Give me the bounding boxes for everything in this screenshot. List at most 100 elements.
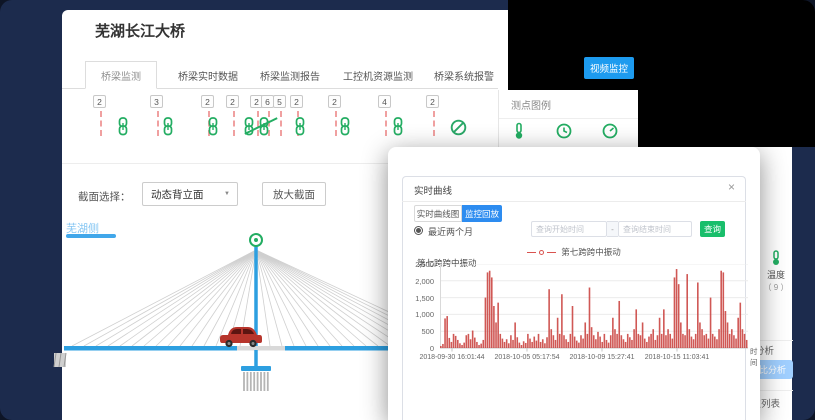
- bar: [559, 334, 561, 348]
- bar: [444, 318, 446, 348]
- bar: [468, 334, 470, 348]
- tab-bridge-realtime-data[interactable]: 桥梁实时数据: [170, 61, 246, 89]
- bar: [640, 335, 642, 348]
- sensor-count-badge: 2: [328, 95, 341, 108]
- close-icon[interactable]: ×: [728, 180, 735, 194]
- bar: [663, 309, 665, 348]
- bar: [684, 335, 686, 348]
- chain-sensor-icon[interactable]: [117, 117, 129, 136]
- bridge-pier-cap: [241, 366, 271, 371]
- page-title: 芜湖长江大桥: [95, 20, 185, 41]
- bar: [621, 335, 623, 348]
- bar: [699, 322, 701, 348]
- legend-item-temperature[interactable]: 温度 （ 9 ）: [761, 250, 791, 293]
- alarm-dash-line: [335, 111, 337, 136]
- bar: [512, 340, 514, 348]
- bar: [680, 322, 682, 348]
- bar: [629, 337, 631, 348]
- alarm-dash-line: [100, 111, 102, 136]
- bar: [718, 329, 720, 348]
- bar: [625, 342, 627, 348]
- bar: [470, 339, 472, 348]
- sensor-count-badge: 2: [201, 95, 214, 108]
- bar: [493, 306, 495, 348]
- sensor-count-badge: 3: [150, 95, 163, 108]
- tab-ipc-resource-monitoring[interactable]: 工控机资源监测: [334, 61, 422, 89]
- chain-sensor-icon[interactable]: [294, 117, 306, 136]
- bar: [723, 272, 725, 348]
- bar: [555, 340, 557, 348]
- bar: [657, 335, 659, 348]
- y-tick-label: 2,000: [398, 277, 434, 286]
- bar: [440, 346, 442, 348]
- bar: [527, 334, 529, 348]
- bar: [485, 298, 487, 348]
- legend-line-icon: [527, 252, 536, 253]
- bar: [697, 282, 699, 348]
- bar: [676, 269, 678, 348]
- y-tick-label: 0: [398, 344, 434, 353]
- tab-bridge-monitoring-report[interactable]: 桥梁监测报告: [252, 61, 328, 89]
- bar: [474, 338, 476, 348]
- bar: [710, 298, 712, 348]
- chain-sensor-icon[interactable]: [392, 117, 404, 136]
- bar: [478, 345, 480, 348]
- tab-monitoring-playback[interactable]: 监控回放: [462, 205, 502, 222]
- tab-bridge-monitoring[interactable]: 桥梁监测: [85, 61, 157, 89]
- bar: [669, 334, 671, 348]
- bar: [642, 322, 644, 348]
- alarm-dash-line: [157, 111, 159, 136]
- bar: [638, 334, 640, 348]
- bar: [461, 345, 463, 348]
- bar: [601, 342, 603, 348]
- bar: [720, 271, 722, 348]
- section-select-value: 动态背立面: [151, 187, 204, 202]
- query-start-time-input[interactable]: [531, 221, 607, 237]
- dialog-title: 实时曲线: [414, 183, 452, 197]
- last-two-months-label: 最近两个月: [428, 225, 473, 238]
- clock-icon[interactable]: [555, 122, 573, 140]
- bar: [463, 343, 465, 348]
- query-end-time-input[interactable]: [618, 221, 692, 237]
- bar: [550, 329, 552, 348]
- query-button[interactable]: 查询: [700, 221, 725, 237]
- bar: [451, 342, 453, 348]
- bar: [610, 335, 612, 348]
- video-monitoring-button[interactable]: 视频监控: [584, 57, 634, 79]
- bar: [618, 301, 620, 348]
- bar: [548, 289, 550, 348]
- chain-sensor-icon[interactable]: [339, 117, 351, 136]
- bar: [725, 311, 727, 348]
- tower-sensor-icon: [250, 234, 262, 246]
- bar: [595, 339, 597, 348]
- bar: [727, 322, 729, 348]
- legend-panel-header: 测点图例: [511, 97, 551, 112]
- zoom-section-button[interactable]: 放大截面: [262, 182, 326, 206]
- bar: [659, 318, 661, 348]
- ban-sensor-icon[interactable]: [450, 119, 467, 136]
- gauge-icon[interactable]: [601, 122, 619, 140]
- thermometer-icon[interactable]: [511, 122, 527, 140]
- tab-realtime-curve-chart[interactable]: 实时曲线图: [414, 205, 462, 222]
- bar: [446, 316, 448, 348]
- section-select-dropdown[interactable]: 动态背立面 ▼: [142, 182, 238, 206]
- bar: [708, 339, 710, 348]
- bar: [599, 337, 601, 348]
- bar: [574, 337, 576, 348]
- alarm-dash-line: [385, 111, 387, 136]
- bar: [606, 340, 608, 348]
- x-tick-label: 2018-10-15 11:03:41: [637, 354, 717, 361]
- bar: [686, 274, 688, 348]
- bar: [525, 343, 527, 348]
- bar: [587, 334, 589, 348]
- bar: [648, 337, 650, 348]
- bar: [703, 335, 705, 348]
- legend-series-name: 第七跨跨中振动: [561, 246, 621, 258]
- tab-bridge-system-alarm[interactable]: 桥梁系统报警: [428, 61, 500, 89]
- bar: [593, 335, 595, 348]
- sensor-count-badge: 5: [273, 95, 286, 108]
- chain-sensor-icon[interactable]: [207, 117, 219, 136]
- bar: [737, 318, 739, 348]
- chain-sensor-icon[interactable]: [162, 117, 174, 136]
- last-two-months-radio[interactable]: [414, 226, 423, 235]
